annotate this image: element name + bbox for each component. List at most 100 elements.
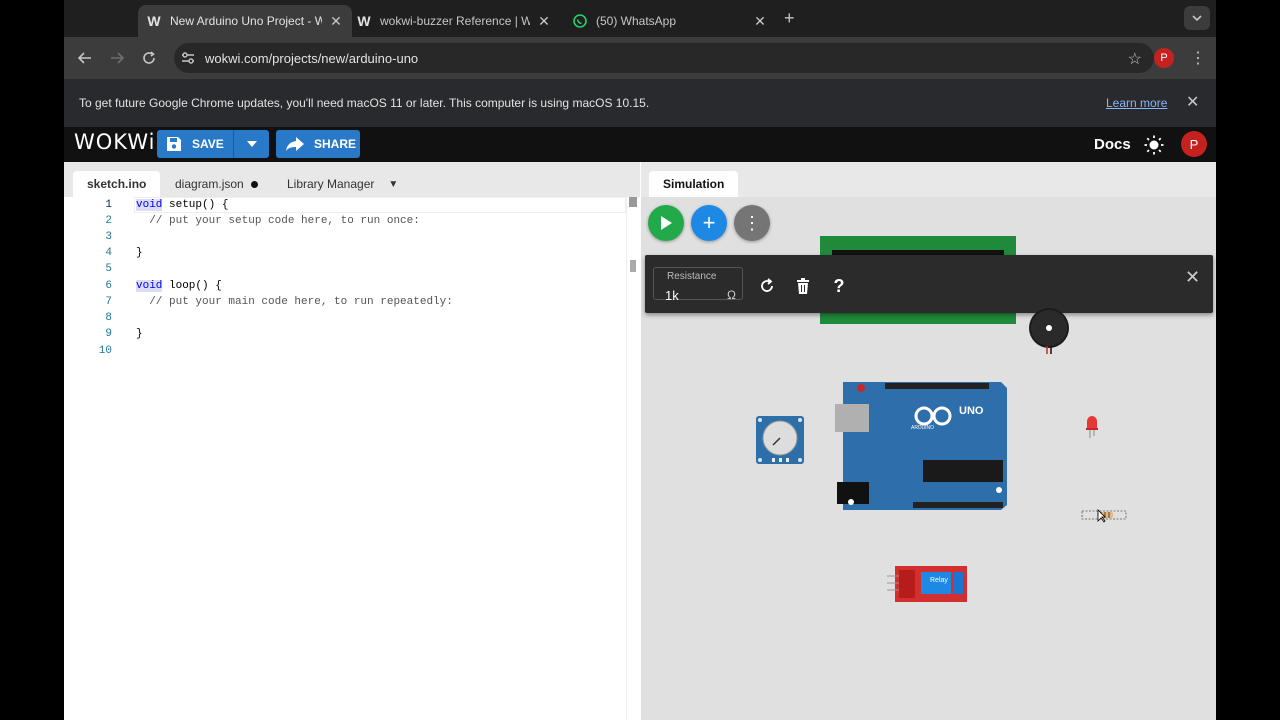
code-line: 9 } (64, 326, 626, 342)
caret-down-icon[interactable]: ▼ (388, 179, 398, 190)
tab-library-manager[interactable]: Library Manager ▼ (273, 171, 412, 197)
code-text: } (136, 247, 143, 259)
bookmark-star-icon[interactable]: ☆ (1128, 49, 1142, 69)
scroll-marker (630, 260, 636, 272)
tab-simulation[interactable]: Simulation (649, 171, 739, 197)
save-options-chevron-icon[interactable] (233, 130, 269, 158)
learn-more-link[interactable]: Learn more (1106, 96, 1167, 110)
ohm-unit: Ω (727, 288, 736, 302)
tab-strip: W New Arduino Uno Project - W ✕ W wokwi-… (64, 0, 1216, 37)
infobar-message: To get future Google Chrome updates, you… (79, 96, 650, 110)
tab-label: Simulation (663, 177, 725, 191)
add-part-button[interactable]: + (691, 205, 727, 241)
user-avatar[interactable]: P (1181, 131, 1207, 157)
save-button[interactable]: SAVE (157, 130, 233, 158)
browser-window: W New Arduino Uno Project - W ✕ W wokwi-… (64, 0, 1216, 720)
code-area[interactable]: 1 void setup() { 2 // put your setup cod… (64, 197, 626, 720)
more-options-button[interactable]: ⋮ (734, 205, 770, 241)
close-icon[interactable]: ✕ (1185, 267, 1200, 288)
save-label: SAVE (192, 137, 224, 151)
tab-wokwi-project[interactable]: W New Arduino Uno Project - W ✕ (138, 5, 352, 37)
rotate-icon[interactable] (758, 277, 776, 295)
tab-label: sketch.ino (87, 177, 147, 191)
play-icon (661, 216, 672, 230)
site-settings-icon[interactable] (180, 50, 196, 71)
board-sublabel: ARDUINO (911, 425, 935, 431)
part-properties-popup: Resistance 1k Ω ? ✕ (645, 255, 1213, 313)
share-button[interactable]: SHARE (276, 130, 360, 158)
code-line: 5 (64, 261, 626, 277)
line-number: 5 (105, 263, 112, 275)
code-line: 6 void loop() { (64, 278, 626, 294)
tab-search-chevron-icon[interactable] (1184, 6, 1210, 30)
scroll-thumb[interactable] (629, 197, 637, 207)
arduino-board-graphic (835, 382, 1007, 510)
line-number: 2 (105, 215, 112, 227)
browser-toolbar: wokwi.com/projects/new/arduino-uno ☆ (64, 37, 1216, 79)
code-comment: // put your main code here, to run repea… (136, 296, 453, 308)
board-label: UNO (959, 405, 984, 417)
delete-trash-icon[interactable] (794, 277, 812, 295)
code-text: setup() { (162, 199, 229, 211)
wokwi-logo[interactable]: WOKWi (74, 130, 155, 154)
line-number: 6 (105, 280, 112, 292)
code-line: 3 (64, 229, 626, 245)
arduino-uno-board[interactable]: UNO ARDUINO (831, 380, 1011, 512)
unsaved-dot-icon (250, 180, 258, 188)
forward-arrow-icon[interactable] (107, 48, 127, 68)
code-editor-panel: sketch.ino diagram.json Library Manager … (64, 162, 640, 720)
led-graphic (1086, 416, 1098, 438)
code-line: 2 // put your setup code here, to run on… (64, 213, 626, 229)
share-arrow-icon (286, 137, 304, 151)
code-comment: // put your setup code here, to run once… (136, 215, 420, 227)
code-text: loop() { (162, 280, 222, 292)
line-number: 8 (105, 312, 112, 324)
theme-sun-icon[interactable] (1144, 135, 1164, 160)
profile-avatar[interactable]: P (1154, 48, 1174, 68)
simulation-panel[interactable]: Simulation + ⋮ Resistance 1k Ω ? ✕ UNO A… (641, 162, 1216, 720)
tab-title: (50) WhatsApp (596, 14, 677, 28)
close-icon[interactable]: ✕ (1186, 92, 1199, 112)
line-number: 10 (98, 345, 112, 357)
floppy-disk-icon (167, 137, 181, 151)
code-line: 4 } (64, 245, 626, 261)
code-line: 8 (64, 310, 626, 326)
line-number: 3 (105, 231, 112, 243)
tab-label: diagram.json (175, 177, 244, 191)
code-line: 10 (64, 343, 626, 359)
buzzer-part[interactable] (1027, 308, 1071, 354)
new-tab-plus-icon[interactable]: + (784, 8, 795, 29)
resistor-graphic (1081, 509, 1127, 523)
reload-icon[interactable] (139, 48, 159, 68)
help-question-icon[interactable]: ? (830, 276, 848, 296)
docs-link[interactable]: Docs (1094, 136, 1131, 153)
url-text: wokwi.com/projects/new/arduino-uno (205, 51, 419, 66)
close-icon[interactable]: ✕ (752, 13, 768, 30)
tab-label: Library Manager (287, 177, 375, 191)
update-infobar: To get future Google Chrome updates, you… (64, 79, 1216, 127)
code-text: } (136, 328, 143, 340)
vertical-dots-icon: ⋮ (743, 212, 761, 233)
potentiometer-part[interactable] (756, 416, 804, 464)
code-line: 1 void setup() { (64, 197, 626, 213)
start-simulation-button[interactable] (648, 205, 684, 241)
browser-menu-icon[interactable]: ⋮ (1190, 48, 1206, 68)
editor-scrollbar[interactable] (626, 197, 640, 720)
tab-wokwi-buzzer[interactable]: W wokwi-buzzer Reference | Wo ✕ (348, 5, 560, 37)
relay-module-part[interactable]: Relay (887, 564, 969, 604)
tab-sketch-ino[interactable]: sketch.ino (73, 171, 161, 197)
close-icon[interactable]: ✕ (328, 13, 344, 30)
resistor-part[interactable] (1081, 507, 1127, 523)
red-led-part[interactable] (1085, 414, 1099, 438)
line-number: 7 (105, 296, 112, 308)
tab-diagram-json[interactable]: diagram.json (161, 171, 272, 197)
resistance-input[interactable]: Resistance 1k Ω (653, 267, 743, 303)
share-label: SHARE (314, 137, 357, 151)
simulation-tabs: Simulation (641, 162, 1216, 197)
back-arrow-icon[interactable] (75, 48, 95, 68)
buzzer-graphic (1029, 308, 1069, 354)
address-bar[interactable]: wokwi.com/projects/new/arduino-uno ☆ (174, 43, 1154, 73)
close-icon[interactable]: ✕ (536, 13, 552, 30)
code-line: 7 // put your main code here, to run rep… (64, 294, 626, 310)
tab-whatsapp[interactable]: (50) WhatsApp ✕ (564, 5, 776, 37)
